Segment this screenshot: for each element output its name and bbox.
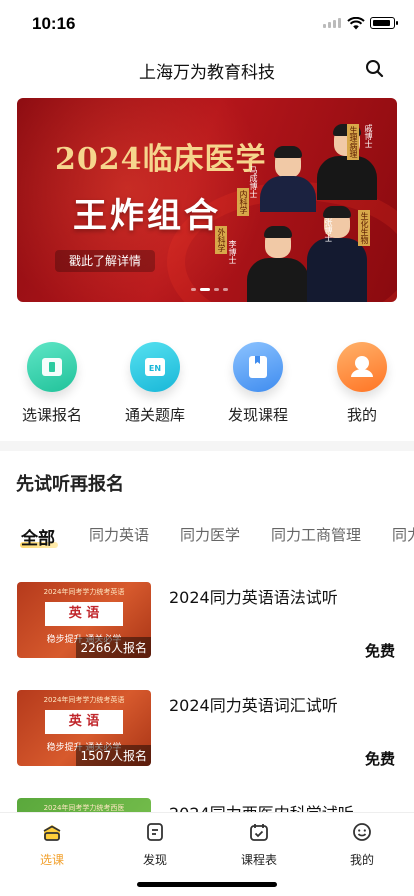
- quick-nav-label: 选课报名: [21, 406, 82, 424]
- course-thumbnail: 2024年同考学力统考英语 英 语 稳步提升 通关必学 2266人报名: [17, 582, 151, 658]
- teacher-tag: 外科学: [215, 226, 227, 254]
- status-bar: 10:16: [0, 0, 414, 48]
- search-icon[interactable]: [364, 58, 386, 80]
- quick-nav-question-bank[interactable]: EN 通关题库: [115, 342, 195, 425]
- tab-english[interactable]: 同力英语: [89, 524, 149, 545]
- discover-icon: [147, 823, 163, 841]
- course-item[interactable]: 2024年同考学力统考英语 英 语 稳步提升 通关必学 1507人报名 2024…: [0, 690, 414, 770]
- teacher-tag: 戚博士: [364, 124, 373, 148]
- banner-slogan: 王炸组合: [73, 196, 221, 236]
- enrolled-count: 1507人报名: [76, 745, 151, 766]
- category-tabs: 全部 同力英语 同力医学 同力工商管理 同力: [0, 524, 414, 554]
- teacher-tag: 李博士: [228, 240, 237, 264]
- banner-cta-button[interactable]: 戳此了解详情: [55, 250, 155, 272]
- teacher-tag: 马成博士: [249, 166, 258, 198]
- course-select-icon: [43, 825, 61, 841]
- tab-more[interactable]: 同力: [392, 524, 414, 545]
- quick-nav: 选课报名 EN 通关题库 发现课程 我的: [0, 342, 414, 425]
- enrolled-count: 2266人报名: [76, 637, 151, 658]
- course-price: 免费: [364, 642, 395, 660]
- teacher-figure: [247, 222, 309, 302]
- course-item[interactable]: 2024年同考学力统考英语 英 语 稳步提升 通关必学 2266人报名 2024…: [0, 582, 414, 662]
- teacher-tag: 张博士: [324, 218, 333, 242]
- app-header: 上海万为教育科技: [0, 52, 414, 90]
- tabbar-label: 发现: [142, 853, 167, 867]
- quick-nav-discover-courses[interactable]: 发现课程: [218, 342, 298, 425]
- book-open-icon: [27, 342, 77, 392]
- carousel-indicator[interactable]: [191, 288, 228, 291]
- tab-all[interactable]: 全部: [21, 524, 55, 549]
- quick-nav-label: 我的: [346, 406, 377, 424]
- bookmark-book-icon: [233, 342, 283, 392]
- teacher-tag: 生理病理: [347, 124, 359, 160]
- status-time: 10:16: [32, 14, 76, 33]
- smiley-user-icon: [353, 823, 371, 841]
- wifi-icon: [347, 17, 365, 30]
- calendar-check-icon: [250, 824, 268, 841]
- tabbar-label: 我的: [349, 853, 374, 867]
- quick-nav-my[interactable]: 我的: [322, 342, 402, 425]
- svg-text:EN: EN: [149, 364, 161, 373]
- page-title: 上海万为教育科技: [139, 63, 275, 83]
- tabbar-label: 课程表: [240, 853, 277, 867]
- tab-business[interactable]: 同力工商管理: [271, 524, 361, 545]
- cellular-signal-icon: [323, 18, 341, 28]
- quick-nav-select-course[interactable]: 选课报名: [12, 342, 92, 425]
- quick-nav-label: 通关题库: [124, 406, 185, 424]
- section-title: 先试听再报名: [16, 474, 124, 495]
- tabbar-item-select[interactable]: 选课: [22, 821, 82, 868]
- tabbar-item-schedule[interactable]: 课程表: [229, 821, 289, 868]
- course-title: 2024同力英语词汇试听: [169, 696, 338, 715]
- battery-icon: [370, 17, 398, 29]
- banner-headline: 2024临床医学: [55, 142, 267, 177]
- tabbar-label: 选课: [39, 853, 64, 867]
- course-title: 2024同力英语语法试听: [169, 588, 338, 607]
- home-indicator[interactable]: [137, 882, 277, 887]
- user-icon: [337, 342, 387, 392]
- promo-banner[interactable]: 2024临床医学 王炸组合 戳此了解详情 生理病理 戚博士 内科学 马成博士 生…: [17, 98, 397, 302]
- section-divider: [0, 441, 414, 451]
- tab-medicine[interactable]: 同力医学: [180, 524, 240, 545]
- teacher-figure: [260, 142, 316, 212]
- course-price: 免费: [364, 750, 395, 768]
- teacher-tag: 生化生物: [358, 210, 370, 246]
- tabbar-item-discover[interactable]: 发现: [125, 821, 185, 868]
- quick-nav-label: 发现课程: [227, 406, 288, 424]
- tabbar-item-my[interactable]: 我的: [332, 821, 392, 868]
- course-thumbnail: 2024年同考学力统考英语 英 语 稳步提升 通关必学 1507人报名: [17, 690, 151, 766]
- question-bank-icon: EN: [130, 342, 180, 392]
